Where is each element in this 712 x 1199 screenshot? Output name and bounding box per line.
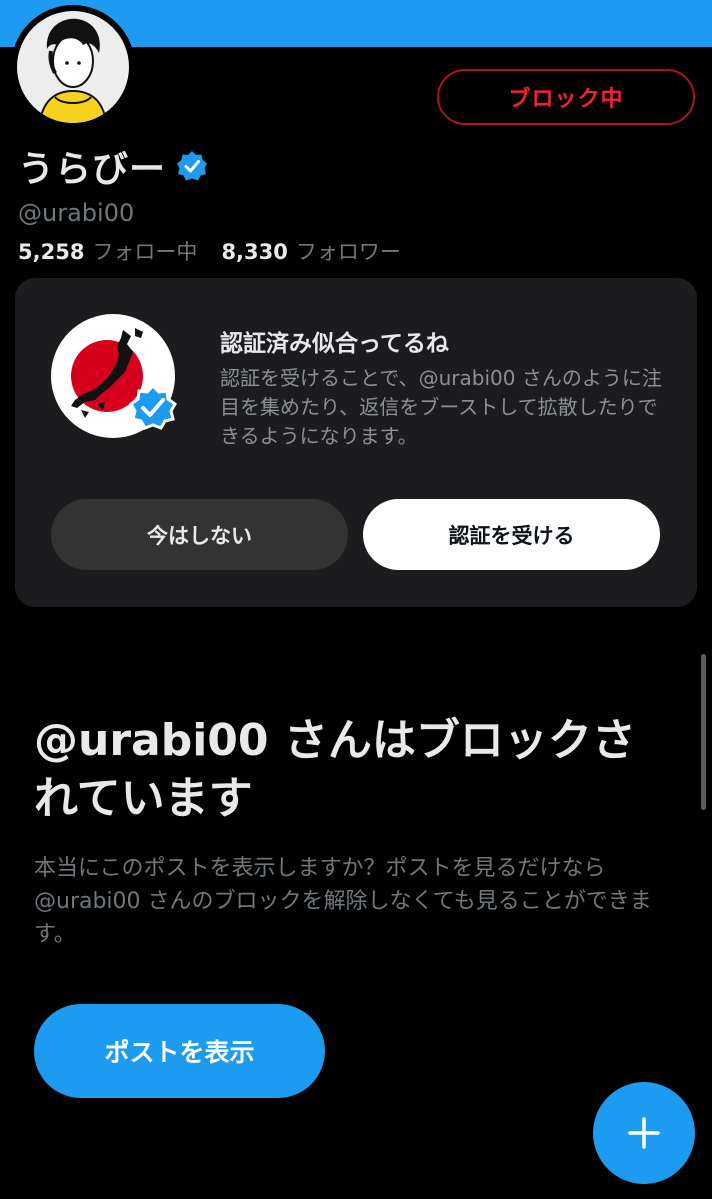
scrollbar[interactable] <box>701 654 706 810</box>
followers-label[interactable]: フォロワー <box>296 236 401 266</box>
blocked-notice-title: @urabi00 さんはブロックされています <box>34 715 636 824</box>
blocked-button[interactable]: ブロック中 <box>437 69 695 125</box>
show-post-button[interactable]: ポストを表示 <box>34 1004 325 1098</box>
following-label[interactable]: フォロー中 <box>92 236 197 266</box>
display-name: うらびー <box>18 149 167 190</box>
followers-count[interactable]: 8,330 <box>221 240 287 264</box>
plus-icon <box>628 1117 660 1149</box>
verified-avatar-image <box>51 314 177 438</box>
following-count[interactable]: 5,258 <box>18 240 84 264</box>
compose-fab-button[interactable] <box>593 1082 695 1184</box>
avatar[interactable] <box>11 5 135 129</box>
display-name-row: うらびー <box>18 140 208 192</box>
promo-title: 認証済み似合ってるね <box>220 331 449 357</box>
blocked-notice-description: 本当にこのポストを表示しますか？ポストを見るだけなら @urabi00 さんのブ… <box>34 856 652 947</box>
handle: @urabi00 <box>18 199 135 227</box>
verified-badge-icon[interactable] <box>176 150 208 182</box>
not-now-button[interactable]: 今はしない <box>51 499 348 570</box>
promo-body: 認証を受けることで、@urabi00 さんのように注目を集めたり、返信をブースト… <box>220 366 662 448</box>
verification-promo-card: 認証済み似合ってるね 認証を受けることで、@urabi00 さんのように注目を集… <box>15 278 697 607</box>
get-verified-button[interactable]: 認証を受ける <box>363 499 660 570</box>
follow-stats: 5,258 フォロー中 8,330 フォロワー <box>18 236 425 266</box>
